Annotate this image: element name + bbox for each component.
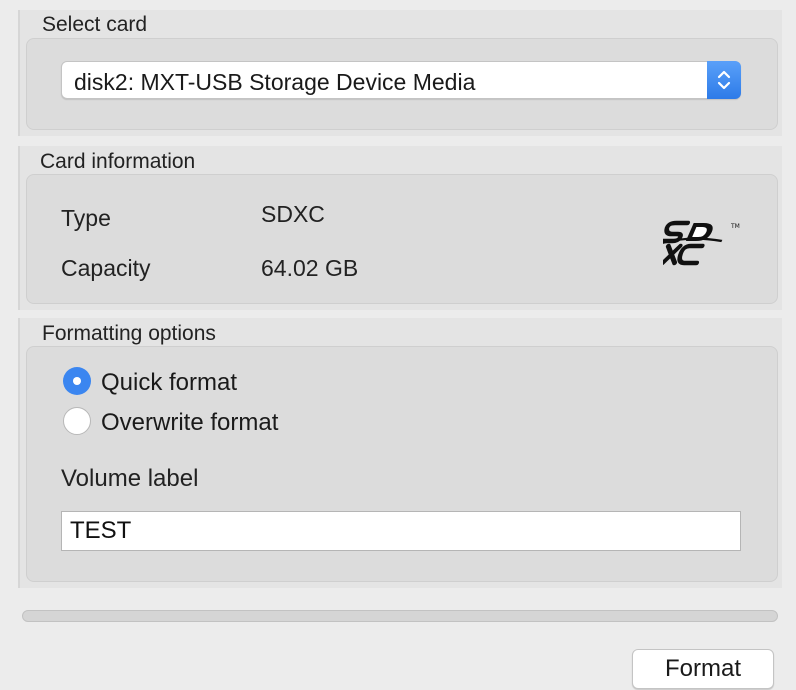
volume-label-title: Volume label (61, 465, 199, 492)
format-button[interactable]: Format (632, 649, 774, 689)
type-label: Type (61, 205, 111, 231)
svg-text:TM: TM (730, 223, 740, 230)
format-progress-bar (22, 610, 778, 622)
card-information-group: Card information Type SDXC Capacity 64.0… (18, 146, 782, 310)
card-information-box: Type SDXC Capacity 64.02 GB TM (26, 174, 778, 304)
select-card-box: disk2: MXT-USB Storage Device Media (26, 38, 778, 130)
card-information-title: Card information (40, 150, 196, 173)
capacity-value: 64.02 GB (261, 255, 359, 281)
select-card-title: Select card (42, 13, 148, 36)
quick-format-label[interactable]: Quick format (101, 369, 237, 397)
formatting-options-title: Formatting options (42, 322, 216, 345)
chevron-up-down-icon[interactable] (707, 61, 741, 99)
overwrite-format-label[interactable]: Overwrite format (101, 409, 278, 437)
card-select-value: disk2: MXT-USB Storage Device Media (74, 69, 476, 95)
formatting-options-box: Quick format Overwrite format Volume lab… (26, 346, 778, 582)
quick-format-radio[interactable] (63, 367, 91, 395)
type-value: SDXC (261, 201, 325, 227)
overwrite-format-radio[interactable] (63, 407, 91, 435)
volume-label-input[interactable] (61, 511, 741, 551)
sdxc-logo-icon: TM (658, 219, 745, 274)
card-select-popup[interactable]: disk2: MXT-USB Storage Device Media (61, 61, 741, 99)
formatting-options-group: Formatting options Quick format Overwrit… (18, 318, 782, 588)
capacity-label: Capacity (61, 255, 151, 281)
select-card-group: Select card disk2: MXT-USB Storage Devic… (18, 10, 782, 136)
